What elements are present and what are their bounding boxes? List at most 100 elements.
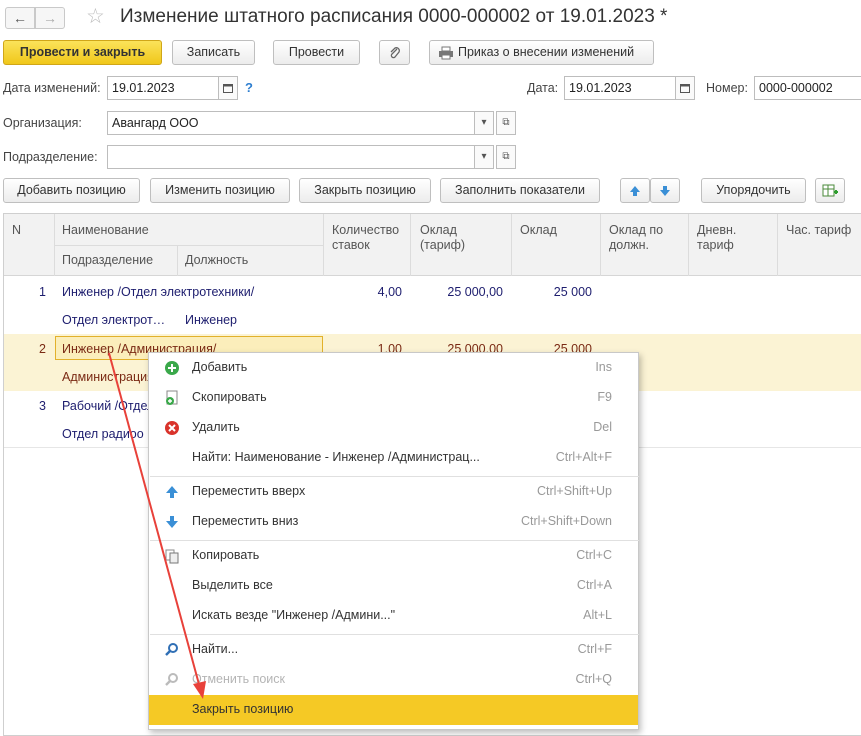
change-date-label: Дата изменений:	[3, 81, 101, 95]
row-number: 3	[39, 399, 46, 413]
arrow-down-icon	[166, 516, 178, 528]
header-divider	[600, 214, 601, 276]
open-link-icon: ⧉	[502, 117, 510, 128]
menu-item-delete[interactable]: Удалить Del	[149, 413, 638, 443]
header-divider	[177, 245, 178, 276]
menu-item-label: Закрыть позицию	[192, 702, 294, 716]
menu-item-cancel-search: Отменить поиск Ctrl+Q	[149, 665, 638, 695]
forward-button[interactable]: →	[35, 7, 65, 29]
menu-item-label: Удалить	[192, 420, 240, 434]
menu-item-shortcut: Ctrl+F	[577, 642, 612, 656]
table-row[interactable]: 1 Инженер /Отдел электротехники/ Отдел э…	[4, 277, 861, 334]
change-date-field[interactable]: 19.01.2023	[107, 76, 219, 100]
header-tariff-line2: (тариф)	[420, 238, 466, 252]
page-title: Изменение штатного расписания 0000-00000…	[120, 6, 668, 27]
row-salary[interactable]: 25 000	[512, 285, 592, 299]
clipboard-copy-icon	[165, 549, 179, 564]
menu-item-label: Выделить все	[192, 578, 273, 592]
menu-item-shortcut: Ctrl+Shift+Down	[520, 514, 612, 528]
organization-dropdown-button[interactable]: ▾	[474, 111, 494, 135]
menu-item-search-everywhere[interactable]: Искать везде "Инженер /Админи..." Alt+L	[149, 601, 638, 631]
fill-indicators-button[interactable]: Заполнить показатели	[440, 178, 600, 203]
calendar-icon	[680, 84, 690, 93]
change-date-calendar-button[interactable]	[218, 76, 238, 100]
header-divider	[323, 214, 324, 276]
header-qty-line2: ставок	[332, 238, 370, 252]
arrow-up-icon	[630, 186, 640, 196]
save-button[interactable]: Записать	[172, 40, 255, 65]
header-department[interactable]: Подразделение	[62, 252, 153, 268]
menu-item-move-up[interactable]: Переместить вверх Ctrl+Shift+Up	[149, 477, 638, 507]
row-number: 1	[39, 285, 46, 299]
order-print-button[interactable]: Приказ о внесении изменений	[429, 40, 654, 65]
back-button[interactable]: ←	[5, 7, 35, 29]
menu-item-label: Копировать	[192, 548, 260, 562]
menu-item-shortcut: Alt+L	[583, 608, 612, 622]
row-department[interactable]: Отдел электрот…	[62, 313, 177, 327]
number-label: Номер:	[706, 81, 748, 95]
menu-item-label: Переместить вверх	[192, 484, 306, 498]
menu-item-shortcut: Ctrl+Q	[575, 672, 612, 686]
menu-item-label: Найти: Наименование - Инженер /Администр…	[192, 450, 480, 464]
header-divider	[777, 214, 778, 276]
menu-item-shortcut: Ins	[595, 360, 612, 374]
menu-item-shortcut: Ctrl+Shift+Up	[536, 484, 612, 498]
favorite-star-icon[interactable]: ☆	[86, 5, 105, 29]
row-tariff[interactable]: 25 000,00	[411, 285, 503, 299]
header-position[interactable]: Должность	[185, 252, 248, 268]
header-tariff-line1[interactable]: Оклад	[420, 222, 457, 238]
menu-item-label: Переместить вниз	[192, 514, 299, 528]
department-dropdown-button[interactable]: ▾	[474, 145, 494, 169]
edit-position-button[interactable]: Изменить позицию	[150, 178, 290, 203]
menu-item-close-position[interactable]: Закрыть позицию	[149, 695, 638, 725]
header-salary[interactable]: Оклад	[520, 222, 557, 238]
open-link-icon: ⧉	[502, 151, 510, 162]
move-up-button[interactable]	[620, 178, 650, 203]
header-daily-tariff-line1[interactable]: Дневн.	[697, 222, 736, 238]
organization-open-button[interactable]: ⧉	[496, 111, 516, 135]
date-field[interactable]: 19.01.2023	[564, 76, 676, 100]
add-icon	[165, 361, 179, 375]
row-qty[interactable]: 4,00	[324, 285, 402, 299]
table-header: N Наименование Подразделение Должность К…	[4, 214, 861, 276]
header-name[interactable]: Наименование	[62, 222, 149, 238]
menu-item-label: Добавить	[192, 360, 248, 374]
menu-item-shortcut: F9	[597, 390, 612, 404]
calendar-icon	[223, 84, 233, 93]
menu-item-copy-row[interactable]: Скопировать F9	[149, 383, 638, 413]
printer-icon	[439, 46, 453, 60]
row-name[interactable]: Инженер /Отдел электротехники/	[62, 285, 322, 299]
header-qty-line1[interactable]: Количество	[332, 222, 399, 238]
move-down-button[interactable]	[650, 178, 680, 203]
menu-item-find-by-value[interactable]: Найти: Наименование - Инженер /Администр…	[149, 443, 638, 473]
menu-item-select-all[interactable]: Выделить все Ctrl+A	[149, 571, 638, 601]
help-icon[interactable]: ?	[245, 80, 253, 95]
menu-item-add[interactable]: Добавить Ins	[149, 353, 638, 383]
date-calendar-button[interactable]	[675, 76, 695, 100]
copy-row-icon	[166, 390, 178, 405]
header-salary-by-position-line1[interactable]: Оклад по	[609, 222, 663, 238]
close-position-button[interactable]: Закрыть позицию	[299, 178, 431, 203]
attach-button[interactable]	[379, 40, 410, 65]
header-hourly-tariff[interactable]: Час. тариф	[786, 222, 851, 238]
paperclip-icon	[390, 47, 400, 59]
number-field[interactable]: 0000-000002	[754, 76, 861, 100]
date-label: Дата:	[527, 81, 559, 95]
menu-item-move-down[interactable]: Переместить вниз Ctrl+Shift+Down	[149, 507, 638, 537]
menu-item-find[interactable]: Найти... Ctrl+F	[149, 635, 638, 665]
menu-item-copy[interactable]: Копировать Ctrl+C	[149, 541, 638, 571]
sort-button[interactable]: Упорядочить	[701, 178, 806, 203]
post-button[interactable]: Провести	[273, 40, 360, 65]
organization-label: Организация:	[3, 116, 82, 130]
row-position[interactable]: Инженер	[185, 313, 315, 327]
header-n[interactable]: N	[12, 222, 21, 238]
organization-field[interactable]: Авангард ООО	[107, 111, 475, 135]
chevron-down-icon: ▾	[481, 151, 487, 162]
department-field[interactable]	[107, 145, 475, 169]
menu-item-shortcut: Del	[593, 420, 612, 434]
post-and-close-button[interactable]: Провести и закрыть	[3, 40, 162, 65]
title-bar: ← → ☆ Изменение штатного расписания 0000…	[0, 0, 861, 38]
department-open-button[interactable]: ⧉	[496, 145, 516, 169]
table-settings-button[interactable]	[815, 178, 845, 203]
add-position-button[interactable]: Добавить позицию	[3, 178, 140, 203]
